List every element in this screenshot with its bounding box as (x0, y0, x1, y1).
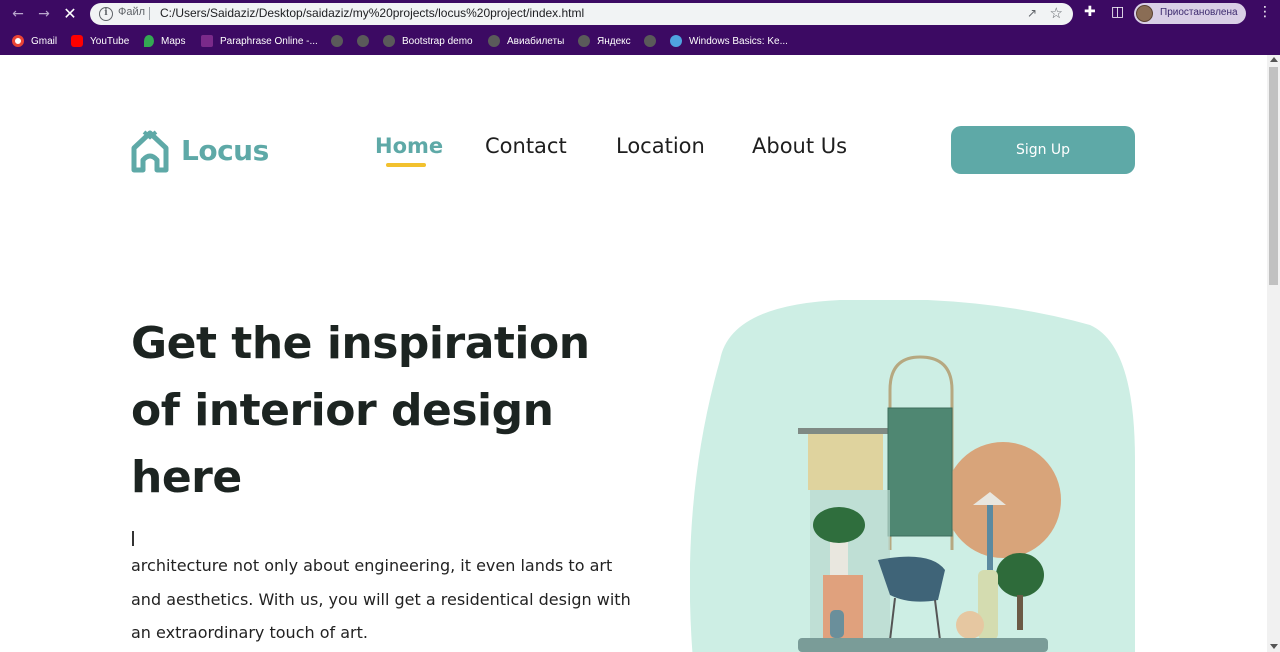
bookmark-label: Paraphrase Online -... (220, 35, 318, 47)
bookmarks-bar: Gmail YouTube Maps Paraphrase Online -..… (0, 30, 1280, 52)
paraphrase-icon (201, 35, 213, 47)
bookmark-label: Яндекс (597, 35, 631, 47)
bookmark-yandex[interactable]: Яндекс (578, 33, 631, 49)
youtube-icon (71, 35, 83, 47)
base-platform (798, 638, 1048, 652)
bookmark-star-icon[interactable]: ☆ (1050, 4, 1063, 22)
address-bar[interactable]: i Файл C:/Users/Saidaziz/Desktop/saidazi… (90, 3, 1073, 25)
signup-button[interactable]: Sign Up (951, 126, 1135, 174)
globe-icon (331, 35, 343, 47)
bookmark-globe-3[interactable] (644, 33, 656, 49)
lamp-stem (987, 505, 993, 575)
url-text[interactable]: C:/Users/Saidaziz/Desktop/saidaziz/my%20… (160, 6, 584, 20)
share-icon[interactable]: ↗ (1027, 6, 1037, 20)
profile-button[interactable]: Приостановлена (1134, 3, 1246, 24)
plant-left (813, 507, 865, 543)
bookmark-label: Windows Basics: Ke... (689, 35, 788, 47)
side-panel-icon[interactable]: ◫ (1111, 4, 1124, 20)
vase (830, 540, 848, 575)
plant-right (996, 553, 1044, 597)
info-icon[interactable]: i (99, 7, 113, 21)
scrollbar[interactable] (1267, 55, 1280, 652)
back-icon[interactable]: ← (9, 5, 27, 23)
page: Locus Home Contact Location About Us Sig… (0, 55, 1267, 652)
interior-illustration (690, 300, 1135, 652)
nav-home[interactable]: Home (375, 134, 443, 158)
nav-about-us[interactable]: About Us (752, 134, 847, 158)
bookmark-gmail[interactable]: Gmail (12, 33, 57, 49)
file-label: Файл (118, 6, 146, 18)
globe-icon (644, 35, 656, 47)
menu-icon[interactable]: ⋮ (1258, 4, 1272, 20)
extensions-icon[interactable]: ✚ (1084, 4, 1096, 20)
hero-headline: Get the inspiration of interior design h… (131, 318, 590, 503)
shelf (798, 428, 890, 434)
globe-icon (488, 35, 500, 47)
sun-circle (945, 442, 1061, 558)
sphere (956, 611, 984, 639)
nav-contact[interactable]: Contact (485, 134, 567, 158)
globe-icon (357, 35, 369, 47)
address-divider (149, 7, 150, 20)
logo[interactable]: Locus (131, 128, 269, 173)
green-panel (888, 408, 952, 536)
google-icon (12, 35, 24, 47)
gcf-icon (670, 35, 682, 47)
profile-status: Приостановлена (1160, 7, 1238, 18)
bookmark-label: Авиабилеты (507, 35, 565, 47)
scroll-thumb[interactable] (1269, 67, 1278, 285)
bookmark-globe-1[interactable] (331, 33, 343, 49)
bookmark-bootstrap[interactable]: Bootstrap demo (383, 33, 473, 49)
maps-pin-icon (144, 35, 154, 47)
logo-text: Locus (181, 134, 269, 167)
stop-loading-icon[interactable]: ✕ (61, 5, 79, 23)
bookmark-windows-basics[interactable]: Windows Basics: Ke... (670, 33, 788, 49)
nav-location[interactable]: Location (616, 134, 705, 158)
bookmark-youtube[interactable]: YouTube (71, 33, 129, 49)
bookmark-label: Bootstrap demo (402, 35, 473, 47)
scroll-up-icon[interactable] (1270, 57, 1278, 62)
text-cursor (132, 531, 134, 546)
avatar (1136, 5, 1153, 22)
hero-paragraph: architecture not only about engineering,… (131, 556, 631, 642)
bookmark-label: Gmail (31, 35, 58, 47)
bookmark-globe-2[interactable] (357, 33, 369, 49)
toolbar: ← → ✕ i Файл C:/Users/Saidaziz/Desktop/s… (0, 0, 1280, 28)
globe-icon (578, 35, 590, 47)
browser-chrome: ← → ✕ i Файл C:/Users/Saidaziz/Desktop/s… (0, 0, 1280, 55)
bookmark-maps[interactable]: Maps (144, 33, 185, 49)
globe-icon (383, 35, 395, 47)
bookmark-label: YouTube (90, 35, 130, 47)
bookmark-label: Maps (161, 35, 186, 47)
yellow-panel (808, 430, 883, 490)
bookmark-aviabilety[interactable]: Авиабилеты (488, 33, 564, 49)
house-logo-icon (131, 130, 169, 173)
bookmark-paraphrase[interactable]: Paraphrase Online -... (201, 33, 318, 49)
nav-active-underline (386, 163, 426, 167)
forward-icon[interactable]: → (35, 5, 53, 23)
scroll-down-icon[interactable] (1270, 644, 1278, 649)
